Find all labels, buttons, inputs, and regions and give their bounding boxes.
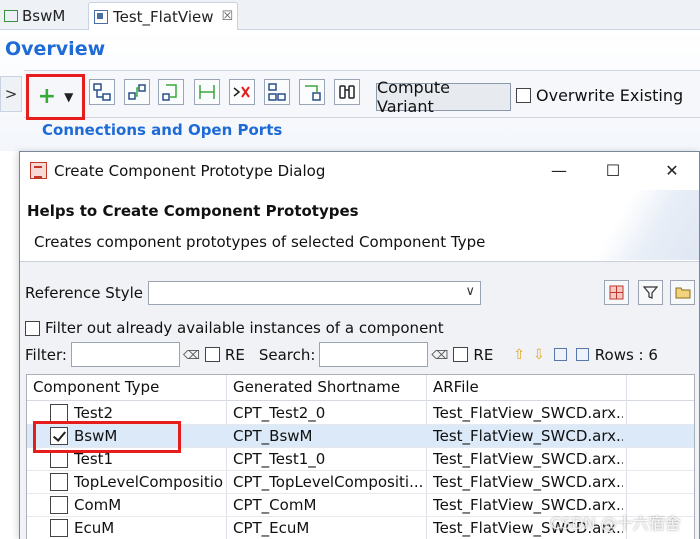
shortname-cell: CPT_ComM — [233, 496, 317, 514]
page-title: Overview — [5, 38, 106, 60]
search-input[interactable] — [319, 342, 429, 367]
component-type-cell: EcuM — [74, 519, 115, 537]
dialog-header: Helps to Create Component Prototypes Cre… — [20, 190, 699, 260]
arrow-down-icon[interactable]: ⇩ — [533, 347, 545, 363]
tab-bswm-label: BswM — [22, 7, 66, 25]
filter-toolbar: Filter: ⌫ RE Search: ⌫ RE ⇧ ⇩ Rows : 6 — [25, 342, 658, 367]
rows-count: Rows : 6 — [594, 345, 658, 364]
open-folder-button[interactable] — [670, 280, 695, 305]
binoculars-icon — [339, 85, 355, 99]
remove-connection-icon — [233, 86, 250, 98]
component-prototype-icon — [30, 162, 47, 179]
filter-label: Filter: — [25, 345, 67, 364]
reference-style-label: Reference Style — [25, 284, 143, 302]
row-checkbox[interactable] — [50, 496, 68, 514]
layout-button[interactable] — [264, 79, 290, 105]
add-component-prototype-button[interactable]: + ▼ — [26, 74, 85, 120]
dialog-title: Create Component Prototype Dialog — [54, 162, 326, 180]
filter-regex-label: RE — [224, 345, 245, 364]
table-header: Component Type Generated Shortname ARFil… — [27, 375, 694, 401]
chevron-down-icon[interactable]: ▼ — [64, 90, 73, 104]
hierarchy-icon — [93, 83, 111, 101]
arfile-cell: Test_FlatView_SWCD.arx... — [433, 404, 623, 422]
binoculars-button[interactable] — [334, 79, 360, 105]
watermark: CSDN @十六宿舍 — [550, 514, 681, 533]
dialog-body: Reference Style ∨ Filter out already ava… — [20, 261, 699, 539]
tab-test-flatview[interactable]: Test_FlatView ☒ — [88, 2, 238, 30]
filter-button[interactable] — [638, 280, 663, 305]
column-header-generated-shortname[interactable]: Generated Shortname — [233, 378, 400, 396]
table-row[interactable]: TopLevelCompositio CPT_TopLevelCompositi… — [27, 471, 694, 494]
filter-input[interactable] — [70, 342, 180, 367]
clear-search-icon[interactable]: ⌫ — [431, 348, 448, 362]
arfile-cell: Test_FlatView_SWCD.arx... — [433, 427, 623, 445]
dialog-header-title: Helps to Create Component Prototypes — [27, 202, 359, 220]
filter-out-option[interactable]: Filter out already available instances o… — [25, 319, 444, 337]
close-icon[interactable]: ☒ — [222, 9, 234, 24]
minimize-button[interactable]: — — [545, 158, 573, 182]
column-header-arfile[interactable]: ARFile — [433, 378, 479, 396]
reference-style-select[interactable]: ∨ — [148, 281, 481, 305]
overwrite-existing-option[interactable]: Overwrite Existing — [516, 86, 683, 105]
package-icon — [4, 10, 18, 22]
search-regex-label: RE — [473, 345, 494, 364]
arfile-cell: Test_FlatView_SWCD.arx... — [433, 473, 623, 491]
row-checkbox[interactable] — [50, 473, 68, 491]
expand-all-icon[interactable] — [553, 348, 567, 361]
search-label: Search: — [258, 345, 316, 364]
hierarchy-button[interactable] — [89, 79, 115, 105]
shortname-cell: CPT_BswM — [233, 427, 313, 445]
compute-variant-button[interactable]: Compute Variant — [376, 78, 511, 116]
collapse-all-icon[interactable] — [575, 348, 589, 361]
column-header-component-type[interactable]: Component Type — [33, 378, 159, 396]
arrow-up-icon[interactable]: ⇧ — [513, 347, 525, 363]
filter-out-label: Filter out already available instances o… — [45, 319, 444, 337]
component-type-cell: ComM — [74, 496, 122, 514]
plus-icon: + — [37, 84, 57, 109]
dialog-header-description: Creates component prototypes of selected… — [34, 233, 486, 251]
connections-section-title[interactable]: Connections and Open Ports — [42, 121, 282, 139]
folder-icon — [675, 287, 690, 299]
open-port-icon — [305, 85, 321, 101]
close-button[interactable]: ✕ — [658, 158, 686, 182]
shortname-cell: CPT_TopLevelCompositi... — [233, 473, 424, 491]
port-connect-button[interactable] — [158, 79, 184, 105]
flatview-editor-icon — [94, 9, 108, 24]
grid-settings-button[interactable] — [604, 280, 629, 305]
clear-filter-icon[interactable]: ⌫ — [183, 348, 200, 362]
shortname-cell: CPT_Test2_0 — [233, 404, 326, 422]
overwrite-existing-checkbox[interactable] — [516, 88, 531, 103]
filter-icon — [643, 286, 658, 299]
chevron-down-icon: ∨ — [465, 284, 475, 299]
grid-icon — [609, 285, 624, 300]
port-connect-icon — [162, 84, 177, 101]
tab-bswm[interactable]: BswM — [0, 2, 85, 30]
connect-button[interactable] — [124, 79, 150, 105]
delegation-button[interactable] — [194, 79, 220, 105]
row-checkbox[interactable] — [50, 404, 68, 422]
filter-out-checkbox[interactable] — [25, 320, 40, 336]
overwrite-existing-label: Overwrite Existing — [536, 86, 684, 105]
maximize-button[interactable]: ☐ — [599, 158, 627, 182]
header-banner-art — [589, 190, 699, 260]
open-port-button[interactable] — [299, 79, 325, 105]
component-type-cell: Test2 — [74, 404, 114, 422]
shortname-cell: CPT_Test1_0 — [233, 450, 326, 468]
connect-icon — [128, 84, 146, 100]
remove-connection-button[interactable] — [229, 79, 255, 105]
row-checkbox[interactable] — [50, 519, 68, 537]
arfile-cell: Test_FlatView_SWCD.arx... — [433, 450, 623, 468]
component-type-cell: TopLevelCompositio — [74, 473, 224, 491]
selected-row-highlight-box — [33, 421, 181, 453]
search-regex-checkbox[interactable] — [453, 347, 469, 362]
sidebar-toggle-button[interactable]: > — [0, 76, 22, 112]
layout-icon — [268, 83, 286, 101]
tab-test-flatview-label: Test_FlatView — [113, 7, 214, 26]
dialog-titlebar: Create Component Prototype Dialog — ☐ ✕ — [20, 152, 699, 190]
filter-regex-checkbox[interactable] — [204, 347, 220, 362]
shortname-cell: CPT_EcuM — [233, 519, 310, 537]
delegation-icon — [199, 85, 215, 99]
create-component-prototype-dialog: Create Component Prototype Dialog — ☐ ✕ … — [19, 151, 700, 539]
